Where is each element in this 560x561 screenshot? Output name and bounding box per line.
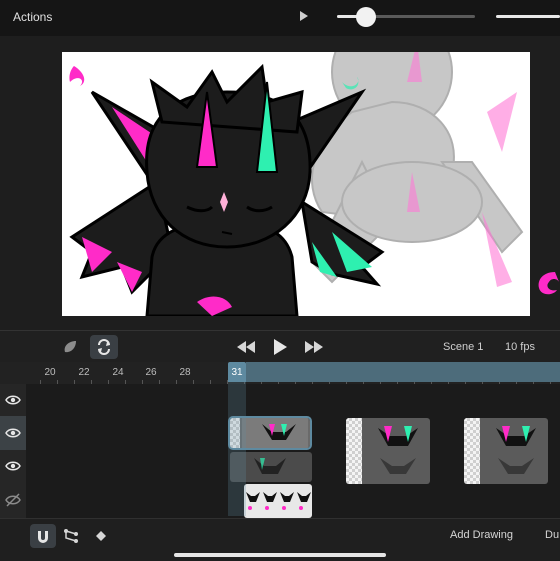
eye-hidden-icon[interactable] [3,490,23,510]
layer-visibility-column [0,384,26,518]
timeline-controls: Scene 1 10 fps [0,330,560,363]
clip[interactable] [346,418,430,484]
fps-label[interactable]: 10 fps [505,341,535,353]
current-frame-label: 31 [231,367,243,378]
play-icon[interactable] [266,335,294,359]
canvas-stage [0,36,560,330]
preview-slider[interactable] [337,7,475,27]
actions-menu[interactable]: Actions [13,10,52,24]
clip-frame [464,418,480,484]
clip-frame [346,418,362,484]
offcanvas-mark [538,272,559,295]
branch-icon[interactable] [58,524,84,548]
drawing-canvas[interactable] [62,52,530,316]
ruler-tick-label: 20 [44,367,56,378]
character-artwork [69,52,524,316]
ruler-tick-label: 26 [145,367,157,378]
fast-forward-icon[interactable] [300,335,328,359]
keyframe-icon[interactable] [88,524,114,548]
frame-sequence[interactable] [244,484,312,518]
home-indicator [174,553,386,557]
loop-icon[interactable] [90,335,118,359]
eye-icon[interactable] [3,390,23,410]
duplicate-button[interactable]: Du [545,529,559,541]
bottom-toolbar: Add Drawing Du [0,518,560,561]
ruler-tick-label: 24 [112,367,124,378]
eye-icon[interactable] [3,456,23,476]
rewind-icon[interactable] [232,335,260,359]
top-bar: Actions [0,0,560,36]
ruler-tick-label: 28 [179,367,191,378]
clip-thumbnail [496,426,536,474]
clip[interactable] [464,418,548,484]
playhead-column [228,382,246,516]
preview-play-icon[interactable] [300,11,308,21]
preview-slider-knob[interactable] [355,7,376,27]
add-drawing-button[interactable]: Add Drawing [450,529,513,541]
frame-range-highlight [246,362,560,382]
ruler-tick-label: 22 [78,367,90,378]
scene-label[interactable]: Scene 1 [443,341,483,353]
onion-skin-icon[interactable] [56,335,84,359]
eye-icon[interactable] [0,416,26,450]
magnet-icon[interactable] [30,524,56,548]
clip-frame [242,418,308,448]
top-indicator [496,15,560,18]
clip-thumbnail [378,426,418,474]
timeline-tracks[interactable] [0,384,560,518]
